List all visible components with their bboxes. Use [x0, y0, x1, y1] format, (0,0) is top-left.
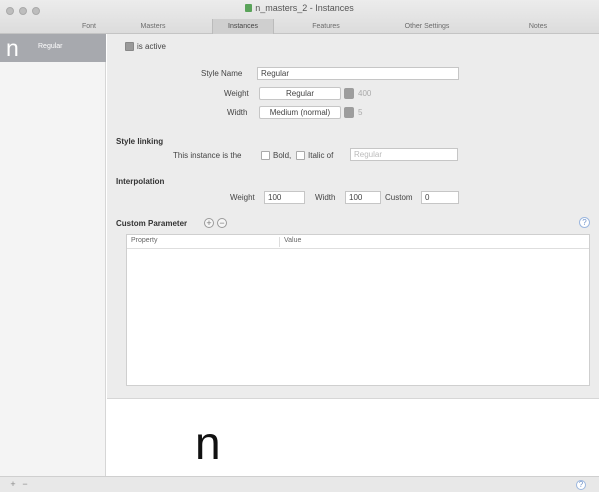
tab-bar: Font Masters Instances Features Other Se… [0, 19, 599, 34]
window-title-text: n_masters_2 - Instances [255, 3, 354, 13]
add-instance-button[interactable]: + [8, 480, 18, 489]
remove-parameter-button[interactable]: − [217, 218, 227, 228]
bold-checkbox[interactable] [261, 151, 270, 160]
sidebar-item-regular[interactable]: n Regular [0, 34, 106, 62]
width-popup-stepper[interactable] [344, 107, 354, 118]
interpolation-weight-field[interactable]: 100 [264, 191, 305, 204]
style-name-label: Style Name [201, 69, 243, 78]
column-header-property[interactable]: Property [131, 237, 157, 244]
width-class-value: 5 [358, 108, 363, 117]
weight-popup[interactable]: Regular [259, 87, 341, 100]
window-title: n_masters_2 - Instances [0, 3, 599, 13]
interpolation-weight-label: Weight [230, 193, 255, 202]
tab-font[interactable]: Font [74, 19, 104, 34]
glyph-preview-area: n [107, 398, 599, 476]
document-icon [245, 4, 253, 12]
weight-class-value: 400 [358, 89, 372, 98]
style-linking-heading: Style linking [116, 137, 164, 146]
interpolation-width-field[interactable]: 100 [345, 191, 381, 204]
weight-label: Weight [224, 89, 249, 98]
weight-popup-stepper[interactable] [344, 88, 354, 99]
interpolation-width-label: Width [315, 193, 336, 202]
italic-of-label: Italic of [308, 151, 334, 160]
style-linking-prefix: This instance is the [173, 151, 242, 160]
italic-checkbox[interactable] [296, 151, 305, 160]
instance-settings-panel: is active Style Name Regular Weight Regu… [107, 34, 599, 398]
tab-notes[interactable]: Notes [518, 19, 558, 34]
preview-glyph: n [195, 417, 221, 469]
column-divider [279, 237, 280, 247]
is-active-checkbox[interactable] [125, 42, 134, 51]
add-parameter-button[interactable]: + [204, 218, 214, 228]
custom-parameter-heading: Custom Parameter [116, 219, 188, 228]
help-icon-bottom[interactable]: ? [576, 480, 586, 490]
instance-glyph-thumbnail: n [6, 35, 19, 61]
style-name-field[interactable]: Regular [257, 67, 459, 80]
is-active-label: is active [137, 42, 166, 51]
remove-instance-button[interactable]: − [20, 480, 30, 489]
width-popup[interactable]: Medium (normal) [259, 106, 341, 119]
sidebar-item-label: Regular [38, 43, 63, 50]
tab-features[interactable]: Features [300, 19, 352, 34]
tab-instances[interactable]: Instances [212, 19, 274, 34]
interpolation-custom-field[interactable]: 0 [421, 191, 459, 204]
interpolation-custom-label: Custom [385, 193, 413, 202]
custom-parameter-table[interactable]: Property Value [126, 234, 590, 386]
column-header-value[interactable]: Value [284, 237, 301, 244]
help-icon[interactable]: ? [579, 217, 590, 228]
bold-label: Bold, [273, 151, 292, 160]
bottom-toolbar: + − ? [0, 476, 599, 492]
table-header: Property Value [127, 235, 589, 249]
linked-style-field[interactable]: Regular [350, 148, 458, 161]
width-label: Width [227, 108, 248, 117]
title-bar: n_masters_2 - Instances Font Masters Ins… [0, 0, 599, 34]
tab-other-settings[interactable]: Other Settings [392, 19, 462, 34]
instance-sidebar: n Regular [0, 34, 106, 476]
interpolation-heading: Interpolation [116, 177, 165, 186]
tab-masters[interactable]: Masters [125, 19, 181, 34]
